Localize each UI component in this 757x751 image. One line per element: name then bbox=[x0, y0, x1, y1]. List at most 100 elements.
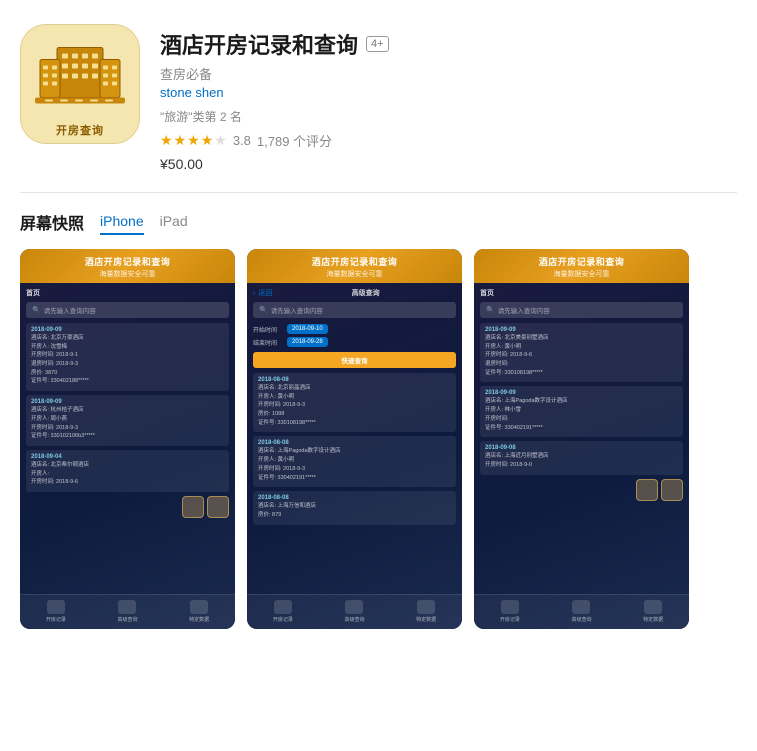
sc2-search-btn[interactable]: 快速查询 bbox=[253, 352, 456, 368]
sc3-bottom-2: 高级查询 bbox=[571, 600, 591, 623]
sc2-section-title: 高级查询 bbox=[352, 288, 380, 298]
star-5: ★ bbox=[214, 132, 227, 149]
sc2-start-value: 2018-09-10 bbox=[287, 324, 328, 334]
sc3-header: 酒店开房记录和查询 海量数据安全可靠 bbox=[474, 249, 689, 283]
sc1-bottom: 开房记录 高级查询 特定数据 bbox=[20, 594, 235, 629]
screenshot-3: 酒店开房记录和查询 海量数据安全可靠 首页 🔍 请先输入查询内容 2018-09… bbox=[474, 249, 689, 629]
app-icon-label: 开房查询 bbox=[56, 122, 104, 138]
sc3-content: 首页 🔍 请先输入查询内容 2018-09-09 酒店名: 北京美豪别墅酒店 开… bbox=[474, 283, 689, 594]
sc1-mini-icon-1 bbox=[182, 496, 204, 518]
sc1-bottom-icon-3 bbox=[190, 600, 208, 614]
sc1-bottom-3: 特定数据 bbox=[189, 600, 209, 623]
sc1-title: 酒店开房记录和查询 bbox=[28, 255, 227, 268]
sc1-record-2: 2018-09-09 酒店名: 杭州桔子酒店 开房人: 周小燕 开房时间: 20… bbox=[26, 395, 229, 446]
sc3-search: 🔍 请先输入查询内容 bbox=[480, 302, 683, 318]
sc1-bottom-icon-2 bbox=[118, 600, 136, 614]
app-price: ¥50.00 bbox=[160, 156, 737, 172]
app-developer[interactable]: stone shen bbox=[160, 85, 737, 100]
sc2-record-2: 2018-08-08 酒店名: 上海Pagoda数字设计酒店 开房人: 黄小明 … bbox=[253, 436, 456, 487]
star-2: ★ bbox=[174, 132, 187, 149]
sc2-back-icon: ‹ bbox=[253, 290, 255, 297]
sc2-content: ‹ 返回 高级查询 🔍 请先输入查询内容 开始时间 2018-09-10 结束时… bbox=[247, 283, 462, 594]
sc2-back-row: ‹ 返回 高级查询 bbox=[253, 288, 456, 298]
sc1-mini-icon-2 bbox=[207, 496, 229, 518]
app-title-row: 酒店开房记录和查询 4+ bbox=[160, 28, 737, 60]
sc2-search-icon: 🔍 bbox=[259, 306, 268, 314]
screenshots-label: 屏幕快照 bbox=[20, 210, 84, 234]
sc2-end-label: 结束时间 bbox=[253, 338, 283, 347]
app-title: 酒店开房记录和查询 bbox=[160, 28, 358, 60]
sc3-bottom-icon-3 bbox=[644, 600, 662, 614]
sc3-mini-icon-2 bbox=[661, 479, 683, 501]
sc1-bottom-1: 开房记录 bbox=[46, 600, 66, 623]
sc3-title: 酒店开房记录和查询 bbox=[482, 255, 681, 268]
screenshots-header: 屏幕快照 iPhone iPad bbox=[20, 209, 737, 235]
sc3-mini-icon-1 bbox=[636, 479, 658, 501]
sc3-search-icon: 🔍 bbox=[486, 306, 495, 314]
sc1-header: 酒店开房记录和查询 海量数据安全可靠 bbox=[20, 249, 235, 283]
sc2-title: 酒店开房记录和查询 bbox=[255, 255, 454, 268]
sc1-bottom-icon-1 bbox=[47, 600, 65, 614]
sc2-record-1: 2018-08-08 酒店名: 北京丽晶酒店 开房人: 黄小明 开房时间: 20… bbox=[253, 373, 456, 432]
sc2-bottom-3: 特定数据 bbox=[416, 600, 436, 623]
sc3-bottom: 开房记录 高级查询 特定数据 bbox=[474, 594, 689, 629]
sc3-page-title: 首页 bbox=[480, 288, 683, 298]
sc2-back-text: 返回 bbox=[258, 288, 272, 298]
sc2-bottom: 开房记录 高级查询 特定数据 bbox=[247, 594, 462, 629]
rating-row: ★ ★ ★ ★ ★ 3.8 1,789 个评分 bbox=[160, 131, 737, 150]
sc1-record-3: 2018-09-04 酒店名: 北京希尔顿酒店 开房人: 开房时间: 2018-… bbox=[26, 450, 229, 492]
sc3-record-3: 2018-09-08 酒店名: 上海近月别墅酒店 开房时间: 2018-9-0 bbox=[480, 441, 683, 474]
screenshots-row: 酒店开房记录和查询 海量数据安全可靠 首页 🔍 请先输入查询内容 2018-09… bbox=[20, 249, 737, 629]
sc1-r1-date: 2018-09-09 bbox=[31, 327, 224, 333]
sc3-icons bbox=[480, 479, 683, 501]
app-icon-wrapper: 开房查询 bbox=[20, 24, 140, 144]
sc2-sub: 海量数据安全可靠 bbox=[255, 269, 454, 279]
sc1-search: 🔍 请先输入查询内容 bbox=[26, 302, 229, 318]
sc3-record-2: 2018-09-09 酒店名: 上海Pagoda数字设计酒店 开房人: 林小雪 … bbox=[480, 386, 683, 437]
sc2-start-label: 开始时间 bbox=[253, 325, 283, 334]
sc3-bottom-3: 特定数据 bbox=[643, 600, 663, 623]
sc1-sub: 海量数据安全可靠 bbox=[28, 269, 227, 279]
sc1-page-title: 首页 bbox=[26, 288, 229, 298]
star-3: ★ bbox=[187, 132, 200, 149]
sc3-bottom-icon-2 bbox=[572, 600, 590, 614]
sc2-record-3: 2018-08-08 酒店名: 上海万信和酒店 房价: 879 bbox=[253, 491, 456, 524]
sc3-sub: 海量数据安全可靠 bbox=[482, 269, 681, 279]
rating-count: 1,789 个评分 bbox=[257, 131, 332, 150]
sc3-bottom-icon-1 bbox=[501, 600, 519, 614]
age-badge: 4+ bbox=[366, 36, 389, 52]
sc2-search: 🔍 请先输入查询内容 bbox=[253, 302, 456, 318]
star-4: ★ bbox=[201, 132, 214, 149]
sc3-bottom-1: 开房记录 bbox=[500, 600, 520, 623]
sc2-header: 酒店开房记录和查询 海量数据安全可靠 bbox=[247, 249, 462, 283]
tab-ipad[interactable]: iPad bbox=[160, 209, 188, 235]
sc2-bottom-icon-2 bbox=[345, 600, 363, 614]
sc2-bottom-1: 开房记录 bbox=[273, 600, 293, 623]
sc2-end-row: 结束时间 2018-09-28 bbox=[253, 337, 456, 347]
app-header: 开房查询 酒店开房记录和查询 4+ 查房必备 stone shen "旅游"类第… bbox=[0, 0, 757, 192]
star-1: ★ bbox=[160, 132, 173, 149]
sc1-icons bbox=[26, 496, 229, 518]
sc3-search-text: 请先输入查询内容 bbox=[498, 305, 550, 315]
sc1-record-1: 2018-09-09 酒店名: 北京万豪酒店 开房人: 沈雪梅 开房时间: 20… bbox=[26, 323, 229, 391]
sc3-record-1: 2018-09-09 酒店名: 北京美豪别墅酒店 开房人: 黄小明 开房时间: … bbox=[480, 323, 683, 382]
tab-iphone[interactable]: iPhone bbox=[100, 209, 144, 235]
sc2-bottom-2: 高级查询 bbox=[344, 600, 364, 623]
screenshots-section: 屏幕快照 iPhone iPad 酒店开房记录和查询 海量数据安全可靠 首页 🔍… bbox=[0, 193, 757, 649]
sc2-end-value: 2018-09-28 bbox=[287, 337, 328, 347]
rating-value: 3.8 bbox=[233, 133, 251, 148]
app-category: "旅游"类第 2 名 bbox=[160, 108, 737, 125]
app-icon: 开房查询 bbox=[20, 24, 140, 144]
sc1-search-text: 请先输入查询内容 bbox=[44, 305, 96, 315]
sc2-bottom-icon-1 bbox=[274, 600, 292, 614]
sc1-content: 首页 🔍 请先输入查询内容 2018-09-09 酒店名: 北京万豪酒店 开房人… bbox=[20, 283, 235, 594]
sc1-search-icon: 🔍 bbox=[32, 306, 41, 314]
stars: ★ ★ ★ ★ ★ bbox=[160, 132, 227, 149]
sc2-bottom-icon-3 bbox=[417, 600, 435, 614]
screenshot-2: 酒店开房记录和查询 海量数据安全可靠 ‹ 返回 高级查询 🔍 请先输入查询内容 … bbox=[247, 249, 462, 629]
app-info: 酒店开房记录和查询 4+ 查房必备 stone shen "旅游"类第 2 名 … bbox=[160, 24, 737, 172]
screenshot-1: 酒店开房记录和查询 海量数据安全可靠 首页 🔍 请先输入查询内容 2018-09… bbox=[20, 249, 235, 629]
sc1-bottom-2: 高级查询 bbox=[117, 600, 137, 623]
app-subtitle: 查房必备 bbox=[160, 64, 737, 83]
sc2-start-row: 开始时间 2018-09-10 bbox=[253, 324, 456, 334]
